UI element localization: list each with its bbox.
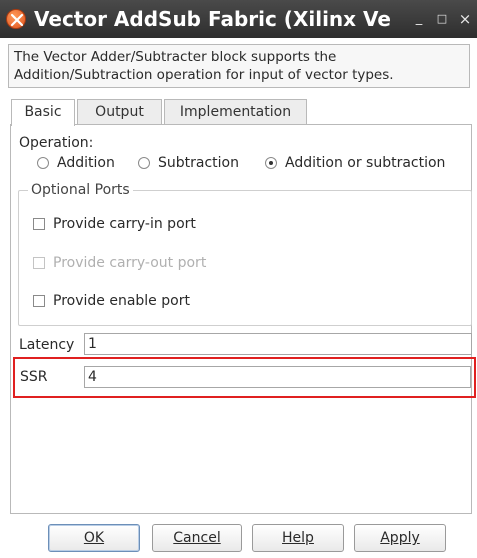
block-description: The Vector Adder/Subtracter block suppor… [8,44,470,88]
latency-label: Latency [19,337,75,353]
carry-in-checkbox[interactable] [33,218,45,230]
tab-output[interactable]: Output [77,99,162,125]
minimize-icon[interactable]: _ [410,10,428,28]
radio-subtraction-label[interactable]: Subtraction [158,154,239,172]
apply-button[interactable]: Apply [354,524,446,552]
radio-addition[interactable] [37,157,49,169]
help-button-label: Help [282,530,314,546]
enable-port-label[interactable]: Provide enable port [53,292,190,310]
ssr-label: SSR [20,369,48,385]
latency-input[interactable]: 1 [84,333,472,355]
tab-implementation[interactable]: Implementation [164,99,307,125]
radio-addition-or-subtraction-label[interactable]: Addition or subtraction [285,154,445,172]
help-button[interactable]: Help [252,524,344,552]
window-title: Vector AddSub Fabric (Xilinx Ve [34,7,391,31]
radio-addition-or-subtraction[interactable] [265,157,277,169]
radio-subtraction[interactable] [138,157,150,169]
maximize-icon[interactable]: □ [433,10,451,28]
optional-ports-title: Optional Ports [28,181,133,199]
ssr-input[interactable]: 4 [84,366,471,388]
radio-addition-label[interactable]: Addition [57,154,115,172]
close-icon[interactable]: × [456,10,474,28]
operation-label: Operation: [19,135,94,151]
apply-button-label: Apply [380,530,420,546]
carry-in-label[interactable]: Provide carry-in port [53,215,196,233]
app-icon [6,9,26,29]
cancel-button[interactable]: Cancel [152,524,242,552]
title-bar[interactable]: Vector AddSub Fabric (Xilinx Ve _ □ × [0,0,477,38]
carry-out-label: Provide carry-out port [53,255,207,271]
enable-port-checkbox[interactable] [33,295,45,307]
cancel-button-label: Cancel [173,530,221,546]
dialog-window: Vector AddSub Fabric (Xilinx Ve _ □ × Th… [0,0,477,558]
ok-button-label: OK [83,530,105,546]
ok-button[interactable]: OK [48,524,140,552]
tab-basic[interactable]: Basic [11,99,75,126]
carry-out-checkbox [33,257,45,269]
